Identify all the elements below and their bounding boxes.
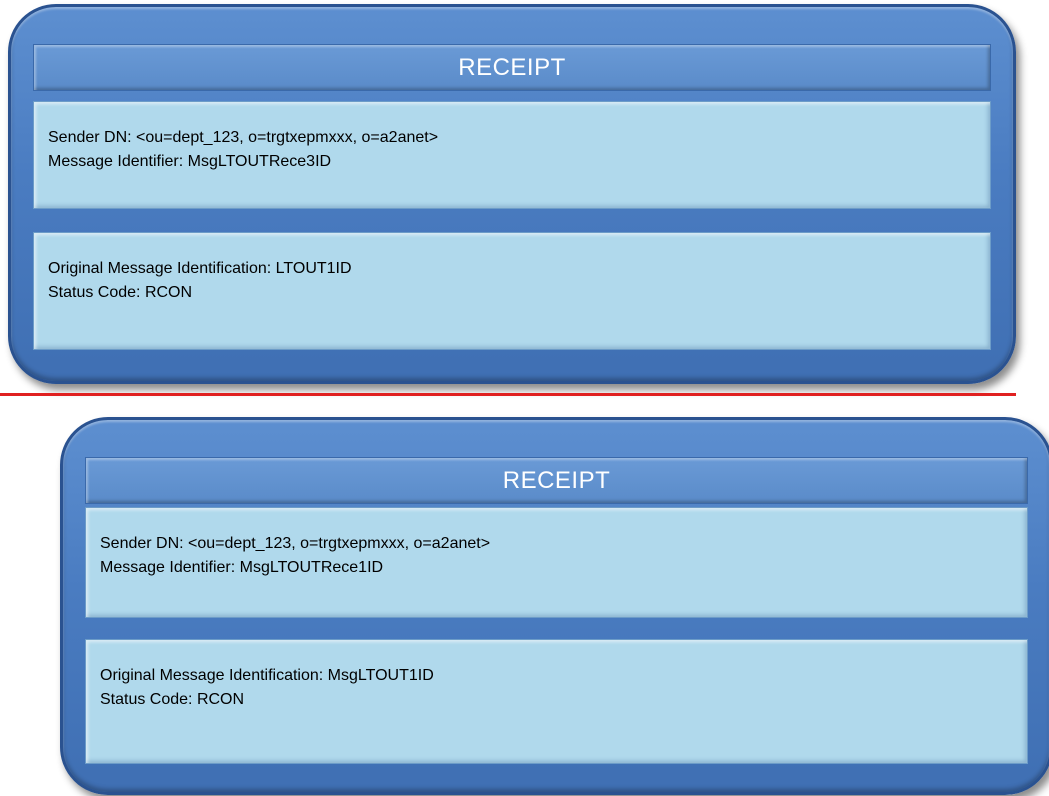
status-code: Status Code: RCON xyxy=(48,284,193,301)
receipt-header: RECEIPT xyxy=(33,44,991,91)
receipt-card-bottom: RECEIPT Sender DN: <ou=dept_123, o=trgtx… xyxy=(60,417,1049,795)
message-identifier: Message Identifier: MsgLTOUTRece3ID xyxy=(48,153,332,170)
message-header-panel: Sender DN: <ou=dept_123, o=trgtxepmxxx, … xyxy=(33,101,991,209)
receipt-title: RECEIPT xyxy=(502,466,611,494)
sender-dn: Sender DN: <ou=dept_123, o=trgtxepmxxx, … xyxy=(48,129,439,146)
sender-dn: Sender DN: <ou=dept_123, o=trgtxepmxxx, … xyxy=(100,535,491,552)
message-header-panel: Sender DN: <ou=dept_123, o=trgtxepmxxx, … xyxy=(85,507,1028,618)
receipt-card-top: RECEIPT Sender DN: <ou=dept_123, o=trgtx… xyxy=(8,4,1016,384)
receipt-title: RECEIPT xyxy=(458,53,566,81)
divider-line xyxy=(0,393,1016,396)
message-body-panel: Original Message Identification: MsgLTOU… xyxy=(85,639,1028,764)
original-message-identification: Original Message Identification: MsgLTOU… xyxy=(100,667,434,684)
status-code: Status Code: RCON xyxy=(100,691,245,708)
original-message-identification: Original Message Identification: LTOUT1I… xyxy=(48,260,352,277)
message-body-panel: Original Message Identification: LTOUT1I… xyxy=(33,232,991,350)
message-identifier: Message Identifier: MsgLTOUTRece1ID xyxy=(100,559,384,576)
receipt-header: RECEIPT xyxy=(85,457,1028,504)
